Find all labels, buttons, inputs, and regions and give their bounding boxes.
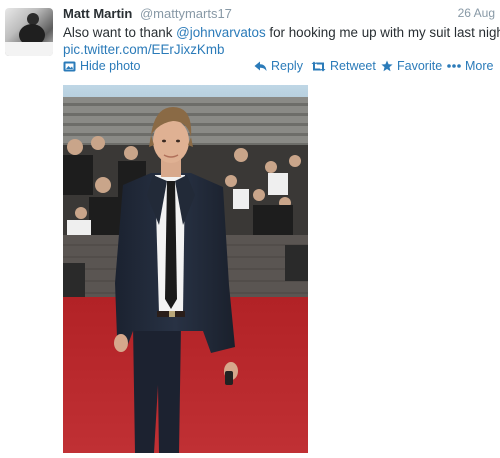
mention-link[interactable]: @johnvarvatos bbox=[176, 25, 266, 40]
media-link[interactable]: pic.twitter.com/EErJixzKmb bbox=[63, 42, 224, 57]
reply-label: Reply bbox=[271, 59, 303, 73]
tweet-text: Also want to thank @johnvarvatos for hoo… bbox=[63, 24, 500, 58]
more-button[interactable]: More bbox=[447, 59, 493, 73]
tweet-text-prefix: Also want to thank bbox=[63, 25, 177, 40]
ellipsis-icon bbox=[447, 64, 461, 68]
author-name[interactable]: Matt Martin bbox=[63, 6, 132, 21]
reply-arrow-icon bbox=[254, 61, 267, 71]
tweet-photo[interactable] bbox=[63, 85, 308, 453]
star-icon bbox=[381, 60, 393, 72]
hide-photo-label: Hide photo bbox=[80, 59, 141, 73]
favorite-button[interactable]: Favorite bbox=[381, 59, 442, 73]
retweet-icon bbox=[311, 61, 326, 71]
reply-button[interactable]: Reply bbox=[254, 59, 303, 73]
tweet-actions: Hide photo Reply Retweet Favorite More bbox=[63, 59, 499, 77]
avatar[interactable] bbox=[5, 8, 53, 56]
favorite-label: Favorite bbox=[397, 59, 443, 73]
photo-icon bbox=[63, 61, 76, 71]
tweet-date[interactable]: 26 Aug bbox=[458, 6, 495, 20]
tweet-text-suffix: for hooking me up with my suit last nigh… bbox=[265, 25, 500, 40]
author-handle[interactable]: @mattymarts17 bbox=[140, 6, 232, 21]
hide-photo-button[interactable]: Hide photo bbox=[63, 59, 140, 73]
more-label: More bbox=[465, 59, 494, 73]
retweet-label: Retweet bbox=[330, 59, 376, 73]
retweet-button[interactable]: Retweet bbox=[311, 59, 376, 73]
tweet-header: Matt Martin @mattymarts17 26 Aug bbox=[63, 6, 495, 24]
